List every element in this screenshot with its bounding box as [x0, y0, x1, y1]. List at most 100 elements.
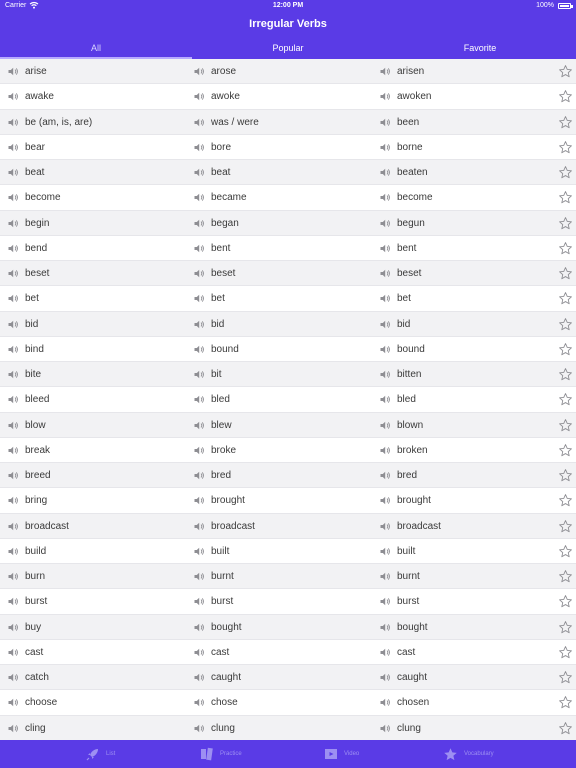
speaker-icon[interactable] [8, 698, 19, 707]
verb-row[interactable]: bend bent bent [0, 236, 576, 261]
verb-row[interactable]: bid bid bid [0, 311, 576, 337]
base-form-cell[interactable]: arise [8, 59, 47, 84]
past-participle-cell[interactable]: chosen [380, 690, 429, 715]
base-form-cell[interactable]: bind [8, 337, 44, 362]
past-simple-cell[interactable]: bred [194, 463, 231, 488]
verb-row[interactable]: burn burnt burnt [0, 564, 576, 590]
favorite-star-icon[interactable] [558, 64, 573, 79]
past-participle-cell[interactable]: begun [380, 211, 425, 236]
favorite-star-icon[interactable] [558, 216, 573, 231]
past-participle-cell[interactable]: burnt [380, 564, 420, 589]
speaker-icon[interactable] [194, 547, 205, 556]
past-participle-cell[interactable]: bought [380, 615, 428, 640]
speaker-icon[interactable] [194, 471, 205, 480]
speaker-icon[interactable] [194, 118, 205, 127]
tabbar-item-practice[interactable]: Practice [200, 740, 242, 768]
speaker-icon[interactable] [194, 345, 205, 354]
speaker-icon[interactable] [8, 168, 19, 177]
verb-row[interactable]: choose chose chosen [0, 690, 576, 716]
speaker-icon[interactable] [380, 168, 391, 177]
tabbar-item-video[interactable]: Video [324, 740, 359, 768]
base-form-cell[interactable]: bend [8, 236, 47, 261]
favorite-star-icon[interactable] [558, 190, 573, 205]
favorite-star-icon[interactable] [558, 594, 573, 609]
base-form-cell[interactable]: bring [8, 488, 47, 513]
speaker-icon[interactable] [8, 67, 19, 76]
favorite-star-icon[interactable] [558, 695, 573, 710]
past-participle-cell[interactable]: clung [380, 716, 421, 741]
past-simple-cell[interactable]: arose [194, 59, 236, 84]
favorite-star-icon[interactable] [558, 291, 573, 306]
past-simple-cell[interactable]: beat [194, 160, 230, 185]
past-simple-cell[interactable]: bought [194, 615, 242, 640]
speaker-icon[interactable] [194, 193, 205, 202]
tabbar-item-vocabulary[interactable]: Vocabulary [443, 740, 494, 768]
speaker-icon[interactable] [8, 244, 19, 253]
tabbar-item-list[interactable]: List [86, 740, 115, 768]
past-simple-cell[interactable]: caught [194, 665, 241, 690]
favorite-star-icon[interactable] [558, 266, 573, 281]
verb-row[interactable]: catch caught caught [0, 665, 576, 691]
speaker-icon[interactable] [380, 698, 391, 707]
speaker-icon[interactable] [380, 623, 391, 632]
speaker-icon[interactable] [8, 572, 19, 581]
verb-row[interactable]: buy bought bought [0, 614, 576, 640]
speaker-icon[interactable] [8, 496, 19, 505]
speaker-icon[interactable] [380, 320, 391, 329]
base-form-cell[interactable]: beset [8, 261, 49, 286]
speaker-icon[interactable] [194, 572, 205, 581]
base-form-cell[interactable]: bid [8, 312, 38, 337]
base-form-cell[interactable]: bear [8, 135, 45, 160]
base-form-cell[interactable]: bet [8, 286, 39, 311]
speaker-icon[interactable] [380, 345, 391, 354]
tab-all[interactable]: All [0, 40, 192, 59]
tab-favorite[interactable]: Favorite [384, 40, 576, 59]
speaker-icon[interactable] [194, 673, 205, 682]
base-form-cell[interactable]: burn [8, 564, 45, 589]
speaker-icon[interactable] [8, 421, 19, 430]
speaker-icon[interactable] [380, 67, 391, 76]
speaker-icon[interactable] [194, 496, 205, 505]
past-simple-cell[interactable]: bid [194, 312, 224, 337]
favorite-star-icon[interactable] [558, 443, 573, 458]
speaker-icon[interactable] [8, 193, 19, 202]
past-simple-cell[interactable]: bit [194, 362, 222, 387]
speaker-icon[interactable] [380, 724, 391, 733]
verb-row[interactable]: bind bound bound [0, 337, 576, 362]
speaker-icon[interactable] [380, 421, 391, 430]
past-participle-cell[interactable]: become [380, 185, 433, 210]
speaker-icon[interactable] [194, 143, 205, 152]
base-form-cell[interactable]: choose [8, 690, 57, 715]
past-participle-cell[interactable]: caught [380, 665, 427, 690]
favorite-star-icon[interactable] [558, 670, 573, 685]
base-form-cell[interactable]: catch [8, 665, 49, 690]
speaker-icon[interactable] [194, 219, 205, 228]
past-participle-cell[interactable]: beaten [380, 160, 428, 185]
favorite-star-icon[interactable] [558, 418, 573, 433]
past-simple-cell[interactable]: burst [194, 589, 233, 614]
speaker-icon[interactable] [8, 143, 19, 152]
speaker-icon[interactable] [8, 294, 19, 303]
favorite-star-icon[interactable] [558, 317, 573, 332]
past-participle-cell[interactable]: been [380, 110, 419, 135]
past-simple-cell[interactable]: bent [194, 236, 230, 261]
verb-row[interactable]: burst burst burst [0, 589, 576, 615]
past-simple-cell[interactable]: bet [194, 286, 225, 311]
verb-row[interactable]: build built built [0, 539, 576, 564]
speaker-icon[interactable] [194, 597, 205, 606]
past-simple-cell[interactable]: awoke [194, 84, 240, 109]
base-form-cell[interactable]: be (am, is, are) [8, 110, 92, 135]
verb-row[interactable]: begin began begun [0, 210, 576, 236]
past-simple-cell[interactable]: bore [194, 135, 231, 160]
speaker-icon[interactable] [380, 572, 391, 581]
past-participle-cell[interactable]: brought [380, 488, 431, 513]
past-participle-cell[interactable]: broadcast [380, 514, 441, 539]
verb-row[interactable]: cling clung clung [0, 715, 576, 741]
past-simple-cell[interactable]: broadcast [194, 514, 255, 539]
past-participle-cell[interactable]: bound [380, 337, 425, 362]
speaker-icon[interactable] [194, 698, 205, 707]
past-participle-cell[interactable]: bid [380, 312, 410, 337]
speaker-icon[interactable] [194, 623, 205, 632]
speaker-icon[interactable] [380, 370, 391, 379]
speaker-icon[interactable] [380, 244, 391, 253]
